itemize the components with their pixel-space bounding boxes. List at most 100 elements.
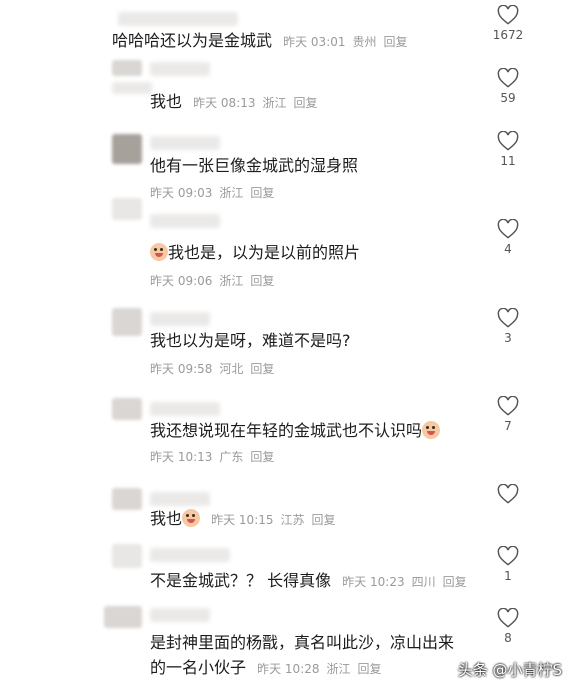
reply-button[interactable]: 回复	[312, 513, 336, 527]
comment-location: 浙江	[262, 96, 287, 110]
blurred-username	[150, 402, 220, 416]
comment-text: 我也是，以为是以前的照片	[168, 243, 361, 262]
crying-face-emoji-icon	[422, 421, 441, 439]
heart-outline-icon	[497, 546, 519, 566]
avatar	[112, 488, 142, 510]
like-button[interactable]: 11	[482, 131, 534, 168]
comment-time: 昨天 09:03	[150, 186, 213, 200]
comment-text-line: 的一名小伙子 昨天 10:28 浙江 回复	[150, 657, 382, 680]
reply-button[interactable]: 回复	[250, 186, 274, 200]
comment-location: 浙江	[219, 274, 244, 288]
comment-text: 是封神里面的杨戬，真名叫此沙，凉山出来	[150, 633, 455, 652]
heart-outline-icon	[497, 68, 519, 88]
comment-location: 四川	[411, 575, 436, 589]
heart-outline-icon	[497, 608, 519, 628]
comment-time: 昨天 10:28	[257, 662, 320, 676]
comment-location: 浙江	[326, 662, 351, 676]
like-count: 8	[504, 631, 512, 645]
avatar	[112, 398, 142, 420]
comment-location: 河北	[219, 362, 244, 376]
reply-button[interactable]: 回复	[384, 35, 408, 49]
comment-location: 江苏	[280, 513, 305, 527]
reply-button[interactable]: 回复	[443, 575, 467, 589]
comment-item: 我也 昨天 10:15 江苏 回复	[0, 482, 576, 542]
comment-meta: 昨天 10:13 广东 回复	[150, 448, 274, 465]
blurred-username	[150, 214, 220, 228]
blurred-username	[150, 62, 210, 76]
comment-meta: 昨天 09:06 浙江 回复	[150, 272, 274, 289]
like-count: 3	[504, 331, 512, 345]
comment-time: 昨天 10:15	[211, 513, 274, 527]
heart-outline-icon	[497, 484, 519, 504]
heart-outline-icon	[497, 219, 519, 239]
avatar	[112, 198, 142, 220]
comment-text-line: 我也 昨天 08:13 浙江 回复	[150, 91, 318, 114]
like-button[interactable]: 7	[482, 396, 534, 433]
like-count: 11	[500, 154, 516, 168]
comment-item: 我也以为是呀，难道不是吗? 昨天 09:58 河北 回复 3	[0, 298, 576, 380]
comment-text-line: 我还想说现在年轻的金城武也不认识吗	[150, 420, 441, 442]
comment-location: 广东	[219, 450, 244, 464]
heart-outline-icon	[497, 308, 519, 328]
avatar	[112, 308, 142, 336]
like-button[interactable]: 1	[482, 546, 534, 583]
comment-text: 我也	[150, 92, 183, 111]
comment-item: 哈哈哈还以为是金城武 昨天 03:01 贵州 回复 1672	[0, 0, 576, 60]
comment-text: 不是金城武？？ 长得真像	[150, 571, 332, 590]
like-button[interactable]	[482, 484, 534, 507]
comment-text-line: 哈哈哈还以为是金城武 昨天 03:01 贵州 回复	[112, 30, 408, 53]
watermark: 头条 @小青柠S	[457, 661, 562, 679]
like-button[interactable]: 59	[482, 68, 534, 105]
reply-button[interactable]: 回复	[358, 662, 382, 676]
like-button[interactable]: 3	[482, 308, 534, 345]
heart-outline-icon	[497, 396, 519, 416]
comment-text-line: 我也 昨天 10:15 江苏 回复	[150, 508, 336, 531]
blurred-username	[150, 312, 210, 326]
like-count: 1	[504, 569, 512, 583]
reply-button[interactable]: 回复	[250, 450, 274, 464]
comment-text: 我也以为是呀，难道不是吗?	[150, 331, 351, 350]
blurred-username	[150, 608, 210, 622]
comment-meta: 昨天 09:03 浙江 回复	[150, 184, 274, 201]
avatar	[112, 60, 142, 76]
avatar	[112, 544, 142, 568]
avatar	[104, 606, 142, 628]
like-count: 1672	[492, 28, 524, 42]
comment-text: 我还想说现在年轻的金城武也不认识吗	[150, 421, 423, 440]
like-count: 7	[504, 419, 512, 433]
reply-button[interactable]: 回复	[250, 274, 274, 288]
comment-item: 他有一张巨像金城武的湿身照 昨天 09:03 浙江 回复 11	[0, 128, 576, 204]
blurred-username	[150, 136, 220, 150]
comment-time: 昨天 09:58	[150, 362, 213, 376]
comment-item: 我也 昨天 08:13 浙江 回复 59	[0, 60, 576, 122]
like-button[interactable]: 8	[482, 608, 534, 645]
comment-text: 的一名小伙子	[150, 658, 247, 677]
comment-text: 他有一张巨像金城武的湿身照	[150, 156, 359, 175]
comment-time: 昨天 08:13	[193, 96, 256, 110]
comment-text-line: 不是金城武？？ 长得真像 昨天 10:23 四川 回复	[150, 570, 467, 593]
reply-button[interactable]: 回复	[294, 96, 318, 110]
like-button[interactable]: 4	[482, 219, 534, 256]
comment-meta: 昨天 09:58 河北 回复	[150, 360, 274, 377]
comment-item: 不是金城武？？ 长得真像 昨天 10:23 四川 回复 1	[0, 542, 576, 602]
like-button[interactable]: 1672	[482, 5, 534, 42]
heart-outline-icon	[497, 5, 519, 25]
comment-time: 昨天 10:23	[342, 575, 405, 589]
avatar	[112, 134, 142, 164]
blurred-username	[112, 82, 152, 94]
comment-time: 昨天 09:06	[150, 274, 213, 288]
comment-time: 昨天 03:01	[283, 35, 346, 49]
heart-outline-icon	[497, 131, 519, 151]
comment-location: 浙江	[219, 186, 244, 200]
comment-time: 昨天 10:13	[150, 450, 213, 464]
comment-text: 哈哈哈还以为是金城武	[112, 31, 273, 50]
comment-item: 我也是，以为是以前的照片 昨天 09:06 浙江 回复 4	[0, 198, 576, 294]
crying-face-emoji-icon	[150, 243, 168, 261]
comment-text-line: 我也是，以为是以前的照片	[150, 242, 360, 264]
comment-text: 我也	[150, 509, 183, 528]
reply-button[interactable]: 回复	[250, 362, 274, 376]
comment-location: 贵州	[352, 35, 377, 49]
crying-face-emoji-icon	[182, 509, 201, 527]
like-count: 4	[504, 242, 512, 256]
blurred-username	[118, 12, 238, 26]
